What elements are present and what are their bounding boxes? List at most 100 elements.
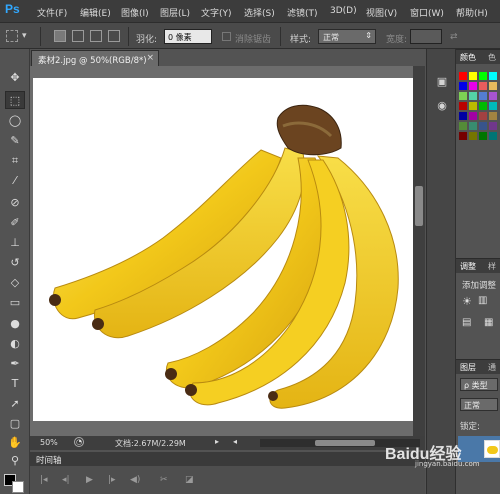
shape-tool-icon[interactable]: ▢: [5, 415, 25, 433]
gradient-tool-icon[interactable]: ▭: [5, 294, 25, 312]
color-swatch[interactable]: [489, 112, 497, 120]
info-icon[interactable]: ◔: [74, 437, 84, 447]
hand-tool-icon[interactable]: ✋: [5, 434, 25, 452]
brush-tool-icon[interactable]: ✐: [5, 214, 25, 232]
play-icon[interactable]: ▶: [86, 475, 93, 485]
color-swatch[interactable]: [469, 82, 477, 90]
crop-tool-icon[interactable]: ⌗: [5, 152, 25, 170]
color-swatch[interactable]: [459, 112, 467, 120]
intersect-selection-icon[interactable]: [108, 30, 120, 42]
new-selection-icon[interactable]: [54, 30, 66, 42]
tab-swatches[interactable]: 色: [488, 52, 496, 63]
menu-select[interactable]: 选择(S): [244, 6, 275, 19]
scroll-left-icon[interactable]: ◂: [233, 437, 237, 446]
color-swatch[interactable]: [479, 82, 487, 90]
next-frame-icon[interactable]: |▸: [108, 475, 116, 485]
history-panel-icon[interactable]: ▣: [434, 75, 450, 89]
color-swatch[interactable]: [469, 122, 477, 130]
tab-layers[interactable]: 图层: [460, 362, 476, 373]
transition-icon[interactable]: ◪: [185, 475, 194, 485]
eraser-tool-icon[interactable]: ◇: [5, 274, 25, 292]
close-icon[interactable]: ×: [146, 53, 154, 63]
style-select[interactable]: 正常 ⇕: [318, 29, 376, 44]
quick-select-tool-icon[interactable]: ✎: [5, 132, 25, 150]
chevron-down-icon[interactable]: ▾: [22, 31, 27, 41]
color-swatch[interactable]: [489, 92, 497, 100]
audio-icon[interactable]: ◀): [130, 475, 140, 485]
add-selection-icon[interactable]: [72, 30, 84, 42]
background-color-swatch[interactable]: [12, 481, 24, 493]
scissors-icon[interactable]: ✂: [160, 475, 168, 485]
swap-icon[interactable]: ⇄: [450, 32, 458, 42]
pen-tool-icon[interactable]: ✒: [5, 355, 25, 373]
type-tool-icon[interactable]: T: [5, 375, 25, 393]
feather-input[interactable]: 0 像素: [164, 29, 212, 44]
actions-panel-icon[interactable]: ◉: [434, 99, 450, 113]
menu-image[interactable]: 图像(I): [121, 6, 149, 19]
menu-filter[interactable]: 滤镜(T): [287, 6, 318, 19]
prev-frame-icon[interactable]: ◂|: [62, 475, 70, 485]
play-arrow-icon[interactable]: ▸: [215, 437, 219, 446]
document-canvas[interactable]: [33, 78, 413, 421]
scrollbar-thumb[interactable]: [415, 186, 423, 226]
tab-channels[interactable]: 通: [488, 362, 496, 373]
healing-brush-tool-icon[interactable]: ⊘: [5, 194, 25, 212]
move-tool-icon[interactable]: ✥: [5, 69, 25, 87]
color-swatch[interactable]: [479, 102, 487, 110]
color-swatch[interactable]: [459, 132, 467, 140]
path-select-tool-icon[interactable]: ➚: [5, 395, 25, 413]
menu-file[interactable]: 文件(F): [37, 6, 67, 19]
layer-filter-select[interactable]: ρ 类型: [460, 378, 498, 391]
exposure-icon[interactable]: ▦: [484, 317, 493, 328]
color-swatch[interactable]: [489, 82, 497, 90]
eyedropper-tool-icon[interactable]: ⁄: [5, 172, 25, 190]
antialias-checkbox[interactable]: [222, 32, 231, 41]
color-swatch[interactable]: [489, 72, 497, 80]
color-swatch[interactable]: [489, 132, 497, 140]
curves-icon[interactable]: ▤: [462, 317, 471, 328]
marquee-preset-icon[interactable]: [6, 30, 18, 42]
tab-styles[interactable]: 样: [488, 261, 496, 272]
blend-mode-select[interactable]: 正常: [460, 398, 498, 411]
color-swatch[interactable]: [479, 132, 487, 140]
first-frame-icon[interactable]: |◂: [40, 475, 48, 485]
color-swatch[interactable]: [479, 122, 487, 130]
menu-view[interactable]: 视图(V): [366, 6, 397, 19]
vertical-scrollbar[interactable]: [413, 66, 425, 436]
color-swatch[interactable]: [459, 72, 467, 80]
scrollbar-thumb[interactable]: [315, 440, 375, 446]
menu-window[interactable]: 窗口(W): [410, 6, 444, 19]
color-swatch[interactable]: [469, 132, 477, 140]
lasso-tool-icon[interactable]: ◯: [5, 112, 25, 130]
color-swatch[interactable]: [459, 92, 467, 100]
color-swatch[interactable]: [479, 112, 487, 120]
width-input[interactable]: [410, 29, 442, 44]
brightness-icon[interactable]: ☀: [462, 295, 472, 308]
marquee-tool-icon[interactable]: ⬚: [5, 91, 25, 109]
menu-help[interactable]: 帮助(H): [456, 6, 488, 19]
color-swatch[interactable]: [469, 72, 477, 80]
color-swatch[interactable]: [469, 92, 477, 100]
clone-stamp-tool-icon[interactable]: ⊥: [5, 234, 25, 252]
blur-tool-icon[interactable]: ●: [5, 315, 25, 333]
color-swatch[interactable]: [469, 102, 477, 110]
menu-type[interactable]: 文字(Y): [201, 6, 232, 19]
color-swatch[interactable]: [489, 122, 497, 130]
menu-layer[interactable]: 图层(L): [160, 6, 190, 19]
dodge-tool-icon[interactable]: ◐: [5, 335, 25, 353]
menu-edit[interactable]: 编辑(E): [80, 6, 111, 19]
color-swatch[interactable]: [459, 122, 467, 130]
menu-3d[interactable]: 3D(D): [330, 6, 357, 16]
color-swatch[interactable]: [489, 102, 497, 110]
color-swatch[interactable]: [469, 112, 477, 120]
timeline-tab[interactable]: 时间轴: [30, 452, 425, 466]
color-swatch[interactable]: [479, 92, 487, 100]
subtract-selection-icon[interactable]: [90, 30, 102, 42]
tab-color[interactable]: 颜色: [460, 52, 476, 63]
zoom-level[interactable]: 50%: [40, 438, 58, 447]
color-swatch[interactable]: [459, 102, 467, 110]
zoom-tool-icon[interactable]: ⚲: [5, 452, 25, 470]
history-brush-tool-icon[interactable]: ↺: [5, 254, 25, 272]
color-swatch[interactable]: [459, 82, 467, 90]
levels-icon[interactable]: ▥: [478, 295, 487, 306]
